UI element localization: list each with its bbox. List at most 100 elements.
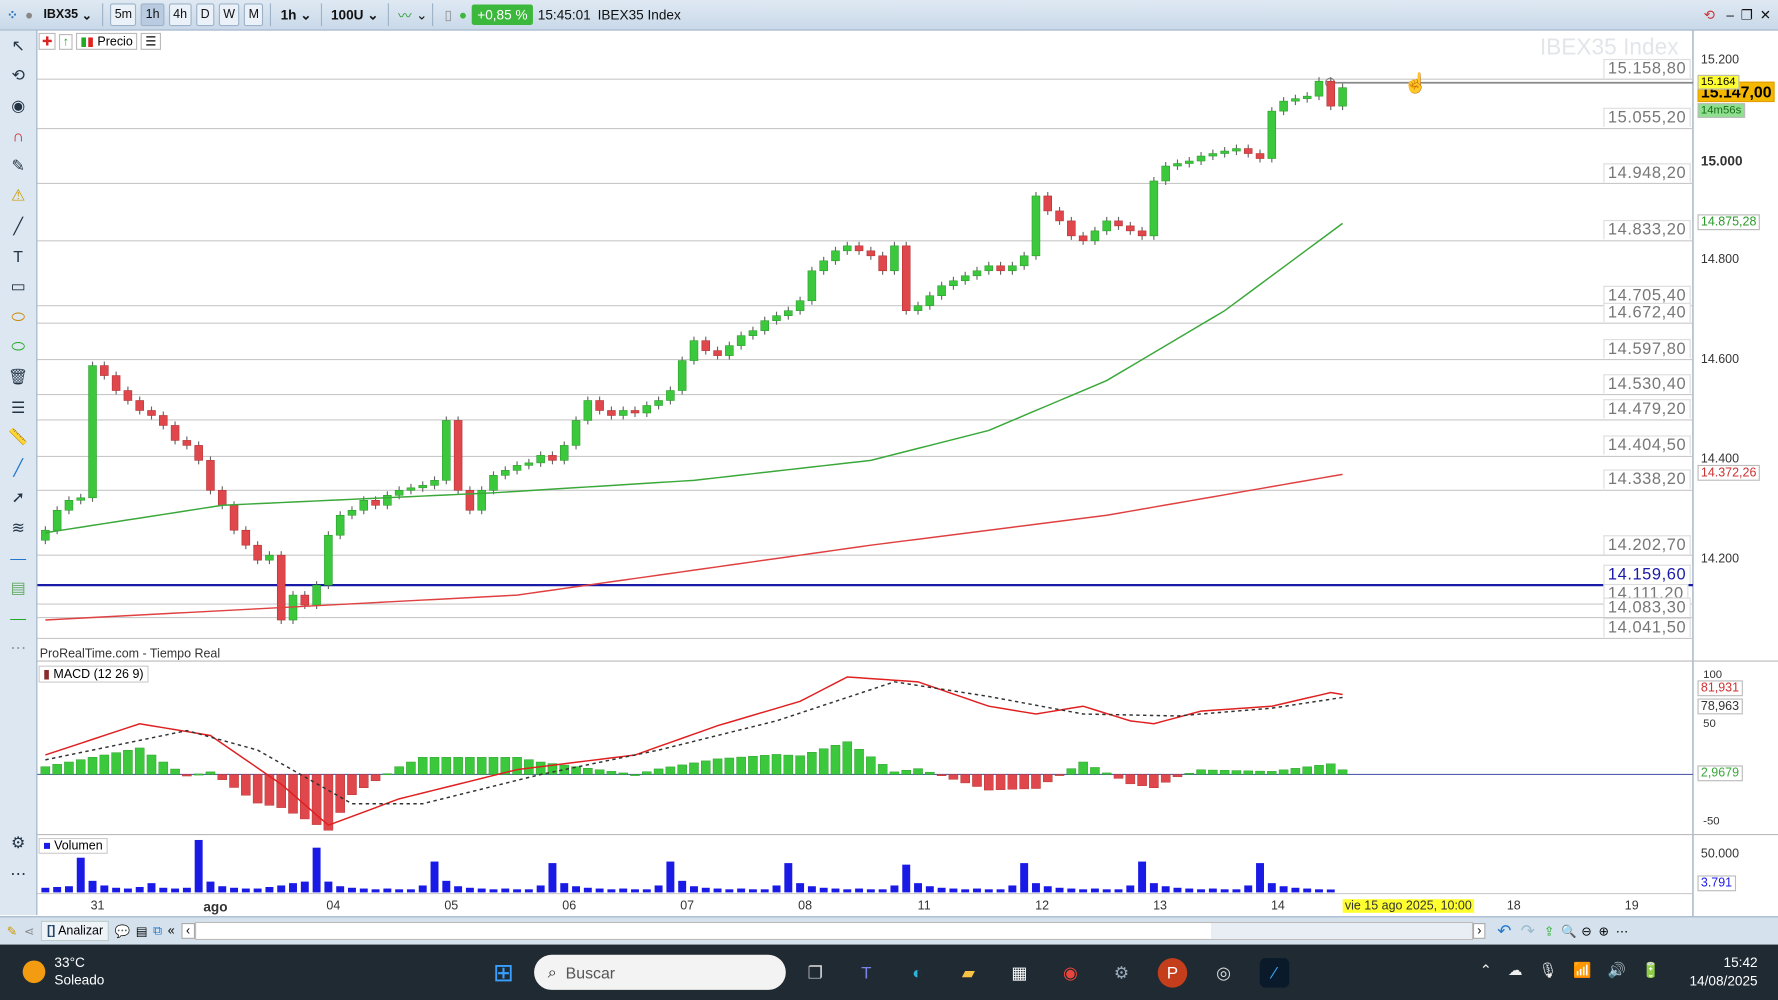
tray-date: 14/08/2025 [1689,972,1758,989]
volume-bar [890,885,899,893]
macd-histogram-bar [1208,769,1218,775]
volume-bar [159,887,168,893]
macd-histogram-bar [99,754,110,775]
system-tray[interactable]: ⌃☁🎙📶🔊🔋 [1480,962,1676,980]
macd-histogram-bar [1090,767,1100,775]
level-label[interactable]: 14.404,50 [1603,435,1691,456]
candle [453,420,463,491]
level-label[interactable]: 14.041,50 [1603,618,1691,638]
candle [394,490,404,496]
macd-histogram-bar [1326,763,1336,775]
powerpoint-icon[interactable]: P [1157,958,1188,988]
candle [359,500,369,511]
windows-start-icon[interactable]: ⊞ [489,958,518,987]
level-label[interactable]: 15.055,20 [1603,108,1691,128]
zoom-fit-icon[interactable]: 🔍 [1561,924,1577,939]
level-label[interactable]: 15.158,80 [1603,58,1691,79]
settings-more-icon[interactable]: ⋯ [1616,924,1628,939]
chat-icon[interactable]: 💬 [114,924,130,939]
price-legend[interactable]: ▮▮ Precio [75,32,138,50]
list-icon[interactable]: ☰ [140,32,161,50]
candle [1161,165,1170,182]
settings-icon[interactable]: ⚙ [1107,958,1136,987]
remove-indicator-icon[interactable]: ✚ [38,32,56,50]
export-icon[interactable]: ⇪ [1544,924,1554,939]
volume-bar [53,887,62,893]
macd-histogram-bar [512,757,522,775]
volume-bar [100,885,109,893]
search-box[interactable]: ⌕ Buscar [534,954,786,990]
weather-widget[interactable]: 33°C Soleado [22,955,104,989]
scroll-start-icon[interactable]: « [168,924,175,938]
level-label[interactable]: 14.202,70 [1603,534,1691,555]
chart-canvas[interactable] [0,0,1778,1000]
analyze-button[interactable]: [] Analizar [41,920,109,942]
macd-histogram-bar [677,764,687,775]
analysis-icon[interactable]: ✎ [7,924,17,939]
level-label[interactable]: 14.338,20 [1603,469,1691,490]
report-icon[interactable]: ▤ [136,924,148,939]
scroll-left-button[interactable]: ‹ [181,923,195,939]
level-label[interactable]: 14.479,20 [1603,399,1691,419]
scrollbar-thumb[interactable] [1210,923,1472,939]
level-label[interactable]: 14.705,40 [1603,285,1691,305]
candle [1279,100,1288,112]
volume-bar [642,889,651,893]
macd-legend[interactable]: ▮ MACD (12 26 9) [38,665,149,683]
macd-histogram-bar [359,774,369,788]
volume-legend[interactable]: ■ Volumen [38,837,108,854]
task-view-icon[interactable]: ❐ [801,958,830,987]
candle [713,350,722,356]
share-icon[interactable]: ⋖ [24,924,34,939]
file-explorer-icon[interactable]: ▰ [954,958,983,987]
macd-histogram-bar [948,774,959,780]
level-label[interactable]: 14.159,60 [1603,564,1691,584]
level-label[interactable]: 14.948,20 [1603,163,1691,183]
windows-icon[interactable]: ⧉ [153,924,162,939]
volume-bar [218,886,227,893]
macd-histogram-bar [87,757,98,775]
zoom-in-icon[interactable]: ⊕ [1599,924,1609,939]
obs-icon[interactable]: ◎ [1209,958,1238,987]
candle [1208,153,1218,157]
candle [536,455,545,464]
macd-histogram-bar [795,755,805,775]
chrome-icon[interactable]: ◉ [1056,958,1085,987]
scroll-right-button[interactable]: › [1472,923,1486,939]
macd-histogram-bar [406,761,416,775]
macd-histogram-bar [241,774,251,796]
volume-bar [395,889,404,893]
tray-time: 15:42 [1723,954,1758,971]
volume-bar [701,887,710,893]
volume-bar [348,887,356,893]
undo-icon[interactable]: ↶ [1497,921,1511,941]
candle [1149,180,1159,237]
volume-bar [666,861,675,893]
candle [1102,220,1111,232]
level-label[interactable]: 14.530,40 [1603,374,1691,394]
candle [194,445,203,461]
candle [501,470,510,476]
teams-icon[interactable]: T [852,958,881,987]
level-label[interactable]: 14.672,40 [1603,302,1691,323]
price-tick: 15.200 [1700,53,1740,67]
level-label[interactable]: 14.083,30 [1603,597,1691,617]
store-icon[interactable]: ▦ [1005,958,1034,987]
chart-legend: ✚ ↑ ▮▮ Precio ☰ [38,32,161,50]
prorealtime-taskbar-icon[interactable]: ⁄ [1259,958,1290,988]
zoom-out-icon[interactable]: ⊖ [1581,924,1591,939]
level-label[interactable]: 14.833,20 [1603,220,1691,240]
level-label[interactable]: 14.597,80 [1603,339,1691,359]
horizontal-scrollbar[interactable] [194,921,1473,941]
edge-icon[interactable]: ◐ [903,958,932,987]
date-label: 19 [1624,899,1639,913]
add-indicator-icon[interactable]: ↑ [59,33,73,50]
volume-bar [855,888,864,893]
tray-clock[interactable]: 15:42 14/08/2025 [1678,954,1757,990]
date-label: 14 [1270,899,1285,913]
candle [996,265,1005,272]
candle [76,497,85,501]
macd-histogram-bar [618,772,628,775]
redo-icon[interactable]: ↷ [1521,921,1535,941]
candle [1338,87,1347,107]
